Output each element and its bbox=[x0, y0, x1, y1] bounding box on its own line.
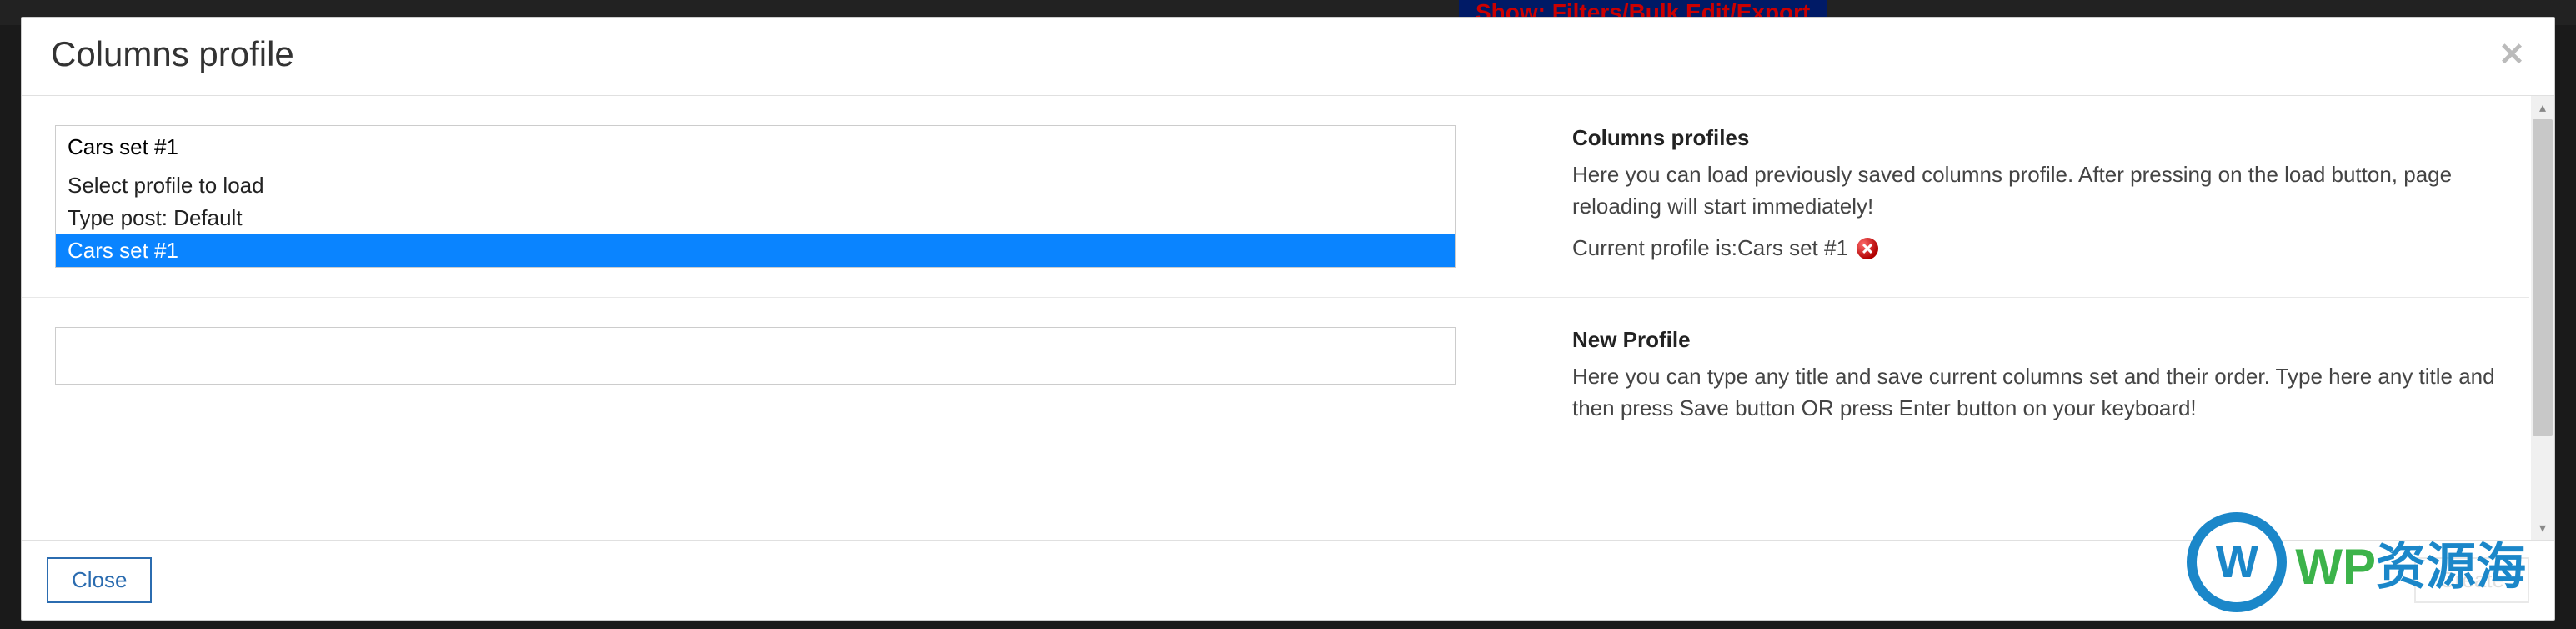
current-profile-line: Current profile is: Cars set #1 bbox=[1572, 235, 2496, 261]
load-profile-info: Columns profiles Here you can load previ… bbox=[1456, 125, 2529, 268]
modal-footer: Close Create bbox=[22, 540, 2554, 620]
new-profile-input-area bbox=[55, 327, 1456, 424]
load-profile-section: Select profile to load Type post: Defaul… bbox=[22, 96, 2529, 298]
columns-profile-modal: Columns profile ✕ Select profile to load… bbox=[21, 17, 2555, 621]
load-profile-input-area: Select profile to load Type post: Defaul… bbox=[55, 125, 1456, 268]
new-profile-section: New Profile Here you can type any title … bbox=[22, 298, 2529, 453]
scroll-down-icon[interactable]: ▾ bbox=[2531, 516, 2554, 540]
current-profile-label: Current profile is: bbox=[1572, 235, 1737, 261]
delete-profile-icon[interactable] bbox=[1857, 238, 1878, 259]
new-profile-info: New Profile Here you can type any title … bbox=[1456, 327, 2529, 424]
dropdown-option[interactable]: Cars set #1 bbox=[56, 234, 1455, 267]
dropdown-option[interactable]: Type post: Default bbox=[56, 202, 1455, 234]
new-profile-heading: New Profile bbox=[1572, 327, 2496, 353]
dropdown-option-placeholder[interactable]: Select profile to load bbox=[56, 169, 1455, 202]
new-profile-desc: Here you can type any title and save cur… bbox=[1572, 361, 2496, 424]
create-button[interactable]: Create bbox=[2414, 557, 2529, 603]
profile-select[interactable]: Select profile to load Type post: Defaul… bbox=[55, 125, 1456, 268]
scrollbar-track[interactable]: ▴ ▾ bbox=[2531, 96, 2554, 540]
scrollbar-thumb[interactable] bbox=[2533, 119, 2553, 436]
modal-title: Columns profile bbox=[51, 34, 294, 74]
new-profile-input[interactable] bbox=[55, 327, 1456, 385]
profile-dropdown: Select profile to load Type post: Defaul… bbox=[56, 169, 1455, 267]
scroll-up-icon[interactable]: ▴ bbox=[2531, 96, 2554, 119]
close-button[interactable]: Close bbox=[47, 557, 152, 603]
profile-select-input[interactable] bbox=[56, 126, 1455, 169]
close-icon[interactable]: ✕ bbox=[2498, 36, 2525, 73]
profiles-desc: Here you can load previously saved colum… bbox=[1572, 159, 2496, 222]
modal-header: Columns profile ✕ bbox=[22, 18, 2554, 96]
current-profile-value: Cars set #1 bbox=[1737, 235, 1848, 261]
profiles-heading: Columns profiles bbox=[1572, 125, 2496, 151]
modal-body: Select profile to load Type post: Defaul… bbox=[22, 96, 2554, 540]
